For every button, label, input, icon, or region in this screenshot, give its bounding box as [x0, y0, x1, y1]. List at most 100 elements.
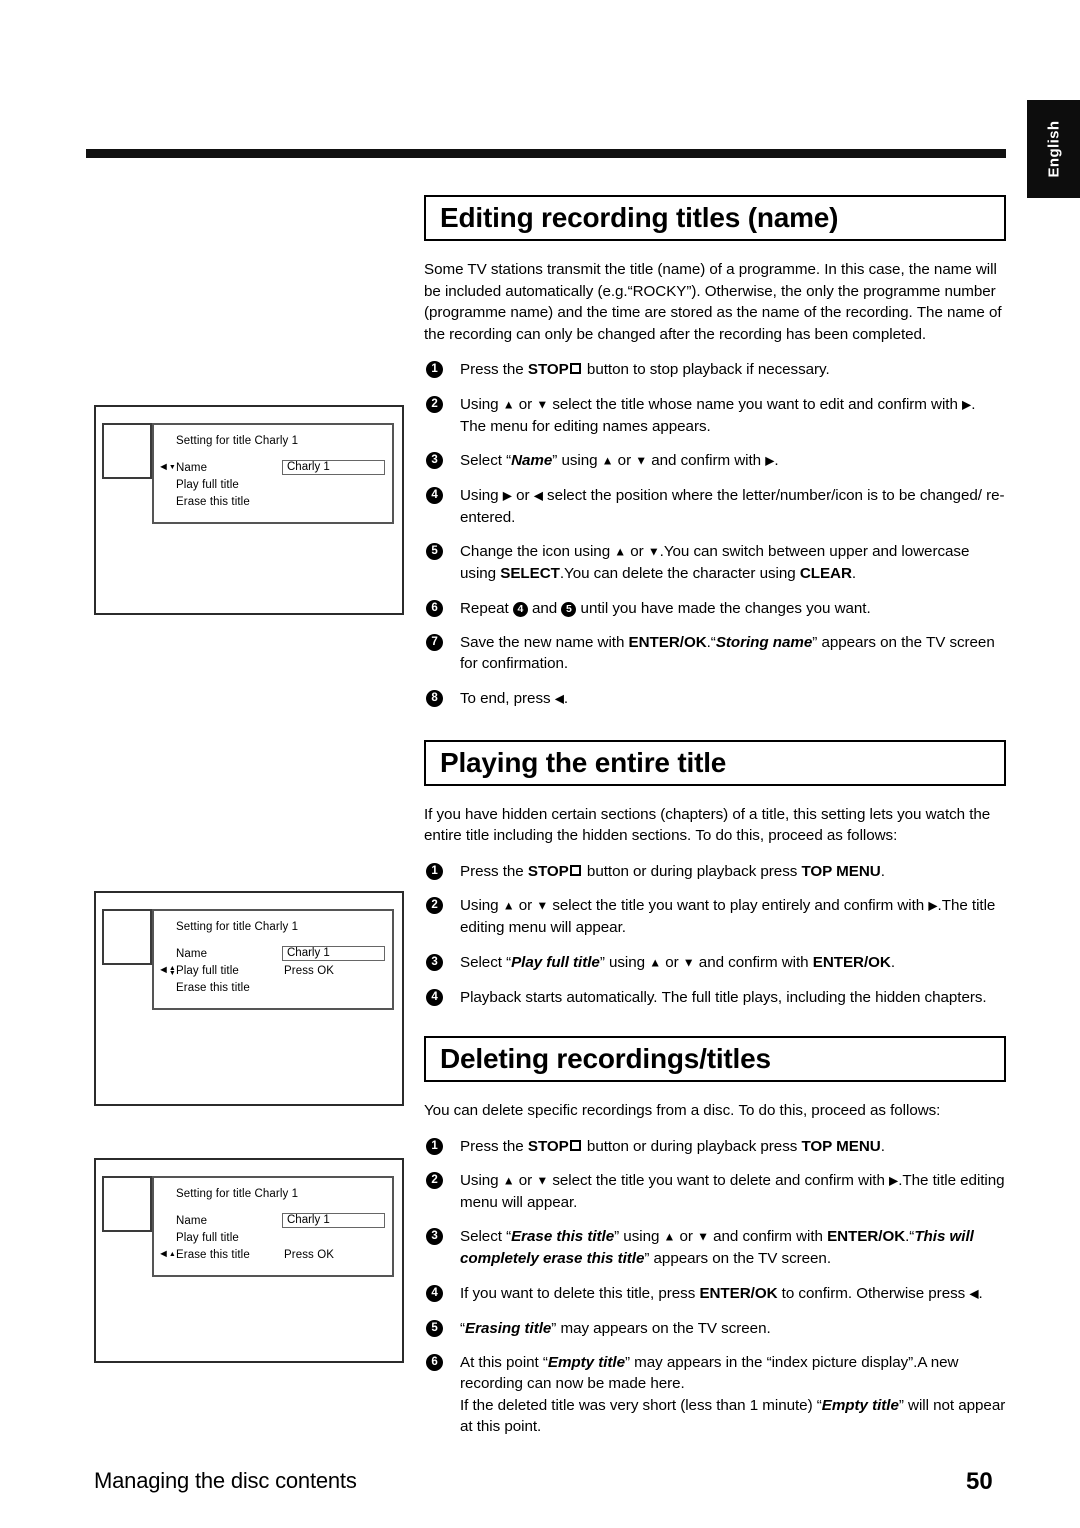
menu-item-hint: Press OK	[284, 964, 335, 977]
step-number: 1	[426, 862, 443, 880]
step-number: 2	[426, 1171, 443, 1189]
menu-row[interactable]: Erase this title	[154, 979, 392, 996]
menu-item-value-box[interactable]: Charly 1	[282, 460, 385, 475]
step-number: 4	[426, 1284, 443, 1302]
triangle-left-icon: ◄	[158, 1248, 169, 1260]
menu-row[interactable]: ◄ ▲ ▼ Play full title Press OK	[154, 962, 392, 979]
step-number: 3	[426, 953, 443, 971]
section-intro: If you have hidden certain sections (cha…	[424, 805, 991, 845]
header-rule	[86, 149, 1006, 158]
language-tab-label: English	[1045, 120, 1062, 178]
step-item: 4 Using ▶ or ◀ select the position where…	[424, 485, 1006, 528]
step-number: 6	[426, 599, 443, 617]
step-number: 2	[426, 897, 443, 915]
section-intro: Some TV stations transmit the title (nam…	[424, 261, 1002, 343]
menu-title: Setting for title Charly 1	[176, 1188, 299, 1200]
menu-rows: ◄ ▼ Name Charly 1 Play full title Erase …	[154, 459, 392, 510]
triangle-left-icon: ◀	[554, 691, 564, 706]
step-number: 4	[426, 487, 443, 504]
triangle-right-icon: ▶	[928, 898, 938, 913]
triangle-left-icon: ◀	[533, 488, 543, 503]
menu-item-label: Erase this title	[176, 1248, 250, 1261]
menu-title: Setting for title Charly 1	[176, 921, 299, 933]
menu-item-label: Play full title	[176, 1231, 239, 1244]
menu-item-label: Erase this title	[176, 495, 250, 508]
step-text: Select “Name” using ▲ or ▼ and confirm w…	[460, 452, 779, 470]
step-item: 1 Press the STOP button to stop playback…	[424, 359, 1006, 380]
step-item: 2 Using ▲ or ▼ select the title you want…	[424, 895, 1006, 938]
triangle-down-icon: ▼	[536, 397, 549, 412]
step-text: Using ▲ or ▼ select the title you want t…	[460, 897, 996, 937]
main-content: Editing recording titles (name) Some TV …	[424, 195, 1006, 1438]
section-heading-editing-recording-titles: Editing recording titles (name)	[424, 195, 1006, 241]
triangle-right-icon: ▶	[502, 488, 512, 503]
triangle-left-icon: ◀	[969, 1286, 979, 1301]
triangle-down-icon: ▼	[536, 898, 549, 913]
step-text: Using ▲ or ▼ select the title you want t…	[460, 1171, 1005, 1211]
step-number: 4	[426, 988, 443, 1006]
diagram-name-selected: Setting for title Charly 1 ◄ ▼ Name Char…	[94, 405, 404, 615]
language-tab: English	[1027, 100, 1080, 198]
triangle-down-icon: ▼	[697, 1229, 709, 1244]
triangle-up-icon: ▲	[601, 453, 614, 468]
menu-row[interactable]: Erase this title	[154, 493, 392, 510]
index-picture-placeholder	[102, 423, 152, 479]
title-editing-menu: Setting for title Charly 1 Name Charly 1…	[152, 1176, 394, 1277]
step-item: 4 If you want to delete this title, pres…	[424, 1283, 1006, 1305]
step-text: “Erasing title” may appears on the TV sc…	[460, 1319, 771, 1337]
step-item: 6 At this point “Empty title” may appear…	[424, 1352, 1006, 1438]
menu-row[interactable]: ◄ ▼ Name Charly 1	[154, 459, 392, 476]
menu-row[interactable]: Play full title	[154, 1229, 392, 1246]
section-heading-deleting-recordings-titles: Deleting recordings/titles	[424, 1035, 1006, 1082]
triangle-down-icon: ▼	[536, 1173, 549, 1188]
section-heading-text: Deleting recordings/titles	[440, 1042, 771, 1074]
title-editing-menu: Setting for title Charly 1 Name Charly 1…	[152, 909, 394, 1010]
stop-square-icon	[569, 363, 581, 375]
step-text: If you want to delete this title, press …	[460, 1284, 983, 1302]
step-number: 6	[426, 1353, 443, 1371]
section-heading-playing-the-entire-title: Playing the entire title	[424, 739, 1006, 786]
step-number: 5	[426, 543, 443, 561]
triangle-down-icon: ▼	[647, 544, 660, 559]
step-number: 8	[426, 689, 443, 707]
step-item: 3 Select “Play full title” using ▲ or ▼ …	[424, 952, 1006, 974]
step-text: Select “Play full title” using ▲ or ▼ an…	[460, 953, 895, 971]
triangle-right-icon: ▶	[889, 1173, 899, 1188]
footer-section-title: Managing the disc contents	[94, 1468, 357, 1493]
step-text: Select “Erase this title” using ▲ or ▼ a…	[460, 1228, 974, 1268]
menu-item-label: Erase this title	[176, 981, 250, 994]
menu-row[interactable]: Name Charly 1	[154, 945, 392, 962]
section-heading-text: Editing recording titles (name)	[440, 202, 839, 233]
step-text: Using ▲ or ▼ select the title whose name…	[460, 395, 976, 435]
menu-row[interactable]: ◄ ▲ Erase this title Press OK	[154, 1246, 392, 1263]
step-item: 2 Using ▲ or ▼ select the title whose na…	[424, 394, 1006, 437]
footer-page-number: 50	[966, 1468, 993, 1495]
step-item: 1 Press the STOP button or during playba…	[424, 861, 1006, 882]
menu-row[interactable]: Play full title	[154, 476, 392, 493]
step-number: 1	[426, 1137, 443, 1155]
diagram-erase-this-title-selected: Setting for title Charly 1 Name Charly 1…	[94, 1158, 404, 1363]
menu-item-value-box[interactable]: Charly 1	[282, 1213, 385, 1228]
index-picture-placeholder	[102, 909, 152, 965]
step-item: 5 Change the icon using ▲ or ▼.You can s…	[424, 541, 1006, 584]
step-item: 4 Playback starts automatically. The ful…	[424, 987, 1006, 1008]
triangle-up-icon: ▲	[502, 898, 515, 913]
menu-title: Setting for title Charly 1	[176, 435, 299, 447]
triangle-up-icon: ▲	[168, 1251, 176, 1258]
step-item: 5 “Erasing title” may appears on the TV …	[424, 1318, 1006, 1339]
triangle-up-icon: ▲	[502, 397, 515, 412]
menu-row[interactable]: Name Charly 1	[154, 1212, 392, 1229]
title-editing-menu: Setting for title Charly 1 ◄ ▼ Name Char…	[152, 423, 394, 524]
triangle-up-down-icon: ▲ ▼	[168, 964, 176, 977]
menu-item-label: Play full title	[176, 478, 239, 491]
step-text: Press the STOP button or during playback…	[460, 862, 885, 880]
triangle-up-icon: ▲	[614, 544, 627, 559]
step-item: 6 Repeat 4 and 5 until you have made the…	[424, 598, 1006, 619]
step-item: 3 Select “Erase this title” using ▲ or ▼…	[424, 1226, 1006, 1269]
menu-item-value-box[interactable]: Charly 1	[282, 946, 385, 961]
triangle-up-icon: ▲	[663, 1229, 676, 1244]
cursor-indicator-left-up: ◄ ▲	[158, 1246, 176, 1263]
step-number: 2	[426, 395, 443, 413]
index-picture-placeholder	[102, 1176, 152, 1232]
step-text: Change the icon using ▲ or ▼.You can swi…	[460, 543, 970, 583]
